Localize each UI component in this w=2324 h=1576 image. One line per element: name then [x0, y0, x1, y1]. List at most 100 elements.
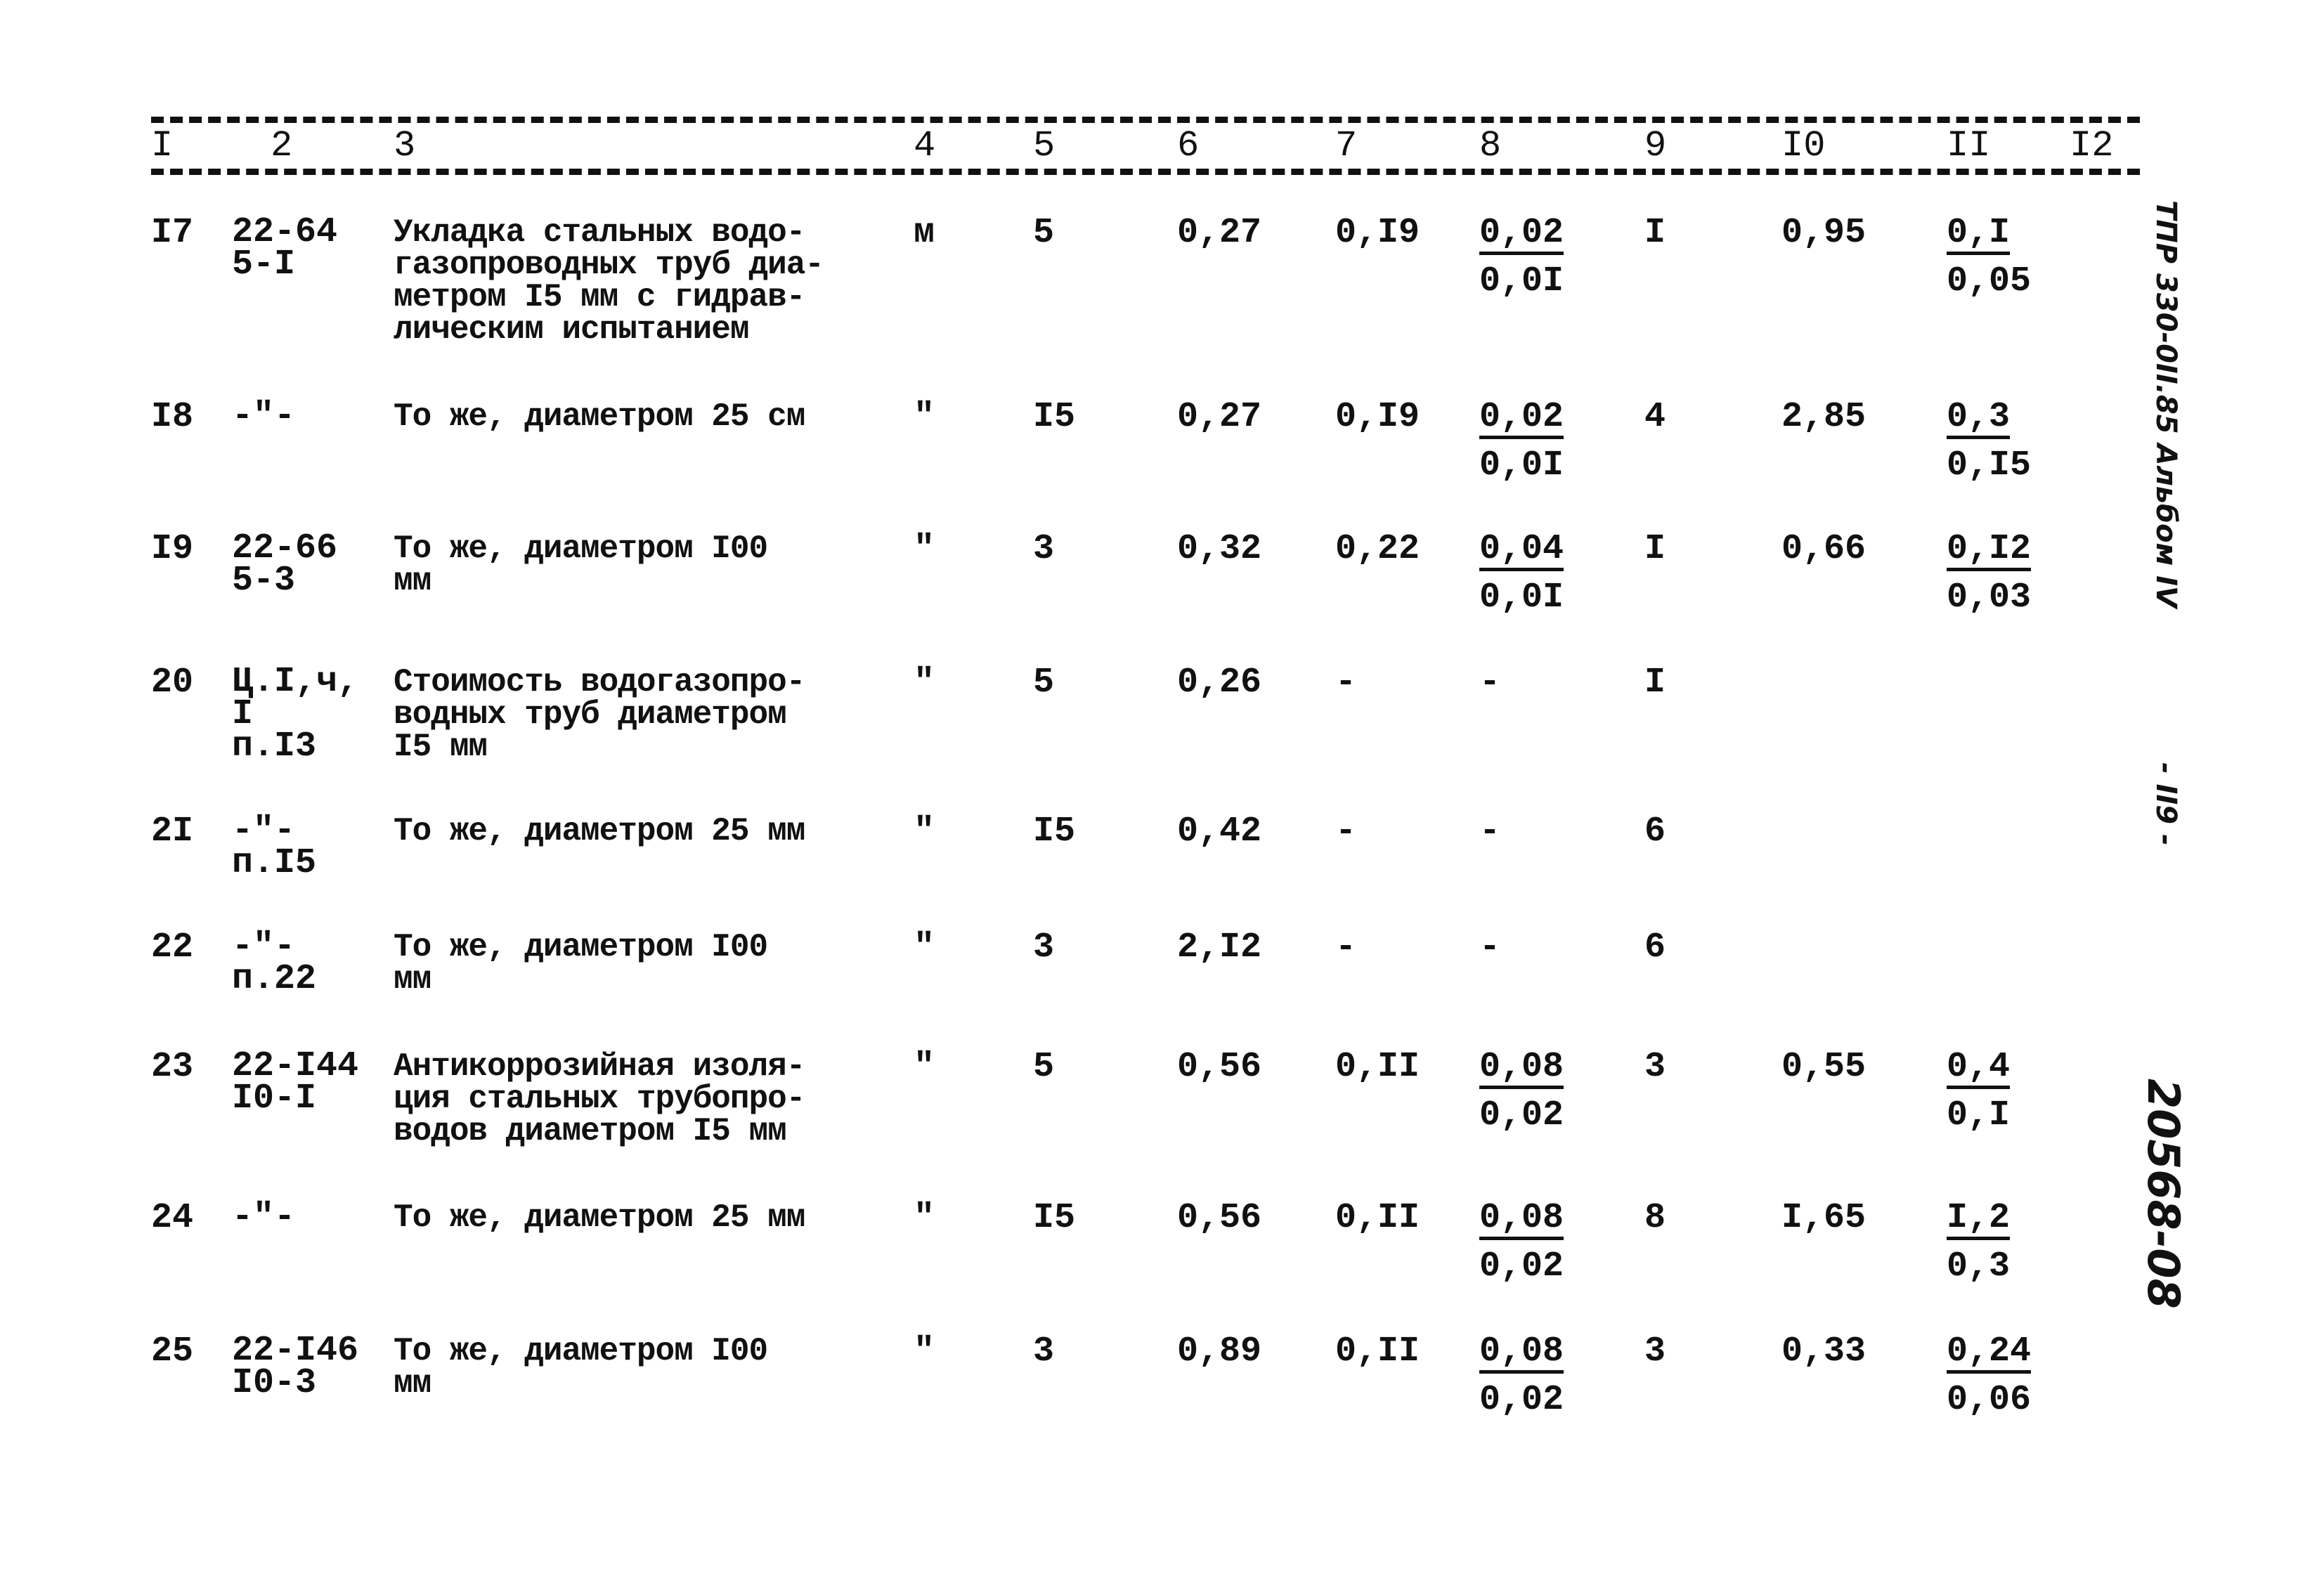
col-7-value: 0,II [1335, 1047, 1420, 1087]
col-8-value-denominator: 0,02 [1479, 1246, 1564, 1287]
price-code: 22-I46 I0-3 [232, 1331, 359, 1403]
price-code: -"- п.I5 [232, 811, 317, 883]
col-10-value: 0,66 [1781, 529, 1867, 569]
work-description: То же, диаметром I00 мм [394, 1333, 768, 1402]
page-number: - II9 - [2150, 762, 2182, 846]
col-9-value: 4 [1644, 397, 1666, 437]
col-8-value-denominator: 0,0I [1479, 261, 1564, 301]
unit: " [914, 1331, 935, 1372]
col-10-value: 0,55 [1781, 1047, 1867, 1087]
col-6-value: 0,27 [1177, 213, 1262, 253]
price-code: 22-64 5-I [232, 212, 338, 285]
col-8-value-fraction: 0,02 0,0I [1479, 400, 1564, 483]
unit: " [914, 663, 935, 703]
work-description: То же, диаметром 25 см [394, 398, 805, 435]
col-6-value: 0,56 [1177, 1047, 1262, 1087]
col-8-value-numerator: 0,08 [1479, 1201, 1564, 1240]
col-8-value-denominator: 0,0I [1479, 445, 1564, 486]
col-11-value-numerator: 0,I2 [1947, 532, 2032, 571]
col-8-value-numerator: 0,08 [1479, 1050, 1564, 1089]
col-7-value: - [1335, 927, 1357, 968]
col-11-value-fraction: 0,24 0,06 [1947, 1334, 2032, 1420]
col-8-value-denominator: 0,02 [1479, 1095, 1564, 1135]
quantity: 5 [1033, 1047, 1055, 1087]
work-description: То же, диаметром I00 мм [394, 530, 768, 599]
quantity: I5 [1033, 812, 1076, 852]
unit: " [914, 1198, 935, 1238]
row-number: I7 [151, 213, 194, 253]
col-11-value-numerator: 0,4 [1947, 1050, 2011, 1089]
price-code: -"- [232, 396, 296, 436]
col-7-value: - [1335, 663, 1357, 703]
col-8-value-fraction: 0,08 0,02 [1479, 1334, 1564, 1420]
work-description: То же, диаметром 25 мм [394, 1199, 805, 1236]
col-8-value: - [1479, 663, 1501, 703]
work-description: Укладка стальных водо- газопроводных тру… [394, 214, 824, 348]
col-9-value: I [1644, 213, 1666, 253]
col-8-value-fraction: 0,04 0,0I [1479, 532, 1564, 618]
col-7-value: 0,22 [1335, 529, 1420, 569]
col-9-value: 3 [1644, 1047, 1666, 1087]
row-number: I9 [151, 529, 194, 569]
col-11-value-numerator: I,2 [1947, 1201, 2011, 1240]
col-10-value: 0,95 [1781, 213, 1867, 253]
col-11-value-fraction: 0,I2 0,03 [1947, 532, 2032, 618]
col-6-value: 0,56 [1177, 1198, 1262, 1238]
column-header: 4 [914, 125, 936, 167]
col-11-value-fraction: 0,4 0,I [1947, 1050, 2011, 1135]
col-11-value-fraction: 0,I 0,05 [1947, 216, 2031, 299]
col-7-value: 0,I9 [1335, 397, 1420, 437]
col-8-value-denominator: 0,0I [1479, 578, 1564, 618]
col-8-value: - [1479, 812, 1501, 852]
col-10-value: 2,85 [1781, 397, 1867, 437]
unit: " [914, 812, 935, 852]
col-7-value: 0,II [1335, 1198, 1420, 1238]
col-10-value: I,65 [1781, 1198, 1867, 1238]
column-header: 5 [1033, 125, 1056, 167]
price-code: 22-66 5-3 [232, 528, 338, 601]
col-11-value-fraction: 0,3 0,I5 [1947, 400, 2031, 483]
column-header: I [151, 125, 174, 167]
row-number: I8 [151, 397, 194, 437]
col-11-value-denominator: 0,03 [1947, 578, 2032, 618]
col-11-value-denominator: 0,06 [1947, 1380, 2032, 1420]
unit: " [914, 397, 935, 437]
column-header: 6 [1177, 125, 1200, 167]
column-header: I0 [1781, 125, 1826, 167]
price-code: 22-I44 I0-I [232, 1046, 359, 1119]
quantity: I5 [1033, 397, 1076, 437]
col-6-value: 0,42 [1177, 812, 1262, 852]
col-6-value: 2,I2 [1177, 927, 1262, 968]
header-bottom-rule [151, 169, 2140, 175]
col-11-value-numerator: 0,3 [1947, 400, 2011, 439]
quantity: 3 [1033, 927, 1055, 968]
col-11-value-denominator: 0,I5 [1947, 445, 2032, 486]
col-8-value-fraction: 0,08 0,02 [1479, 1050, 1564, 1133]
col-11-value-numerator: 0,I [1947, 216, 2011, 255]
header-top-rule [151, 117, 2140, 123]
column-header: 7 [1335, 125, 1358, 167]
quantity: I5 [1033, 1198, 1076, 1238]
column-header: II [1947, 125, 1991, 167]
col-8-value-numerator: 0,02 [1479, 216, 1564, 255]
col-9-value: I [1644, 529, 1666, 569]
col-8-value-denominator: 0,02 [1479, 1380, 1564, 1420]
column-header: 2 [271, 125, 293, 167]
col-11-value-denominator: 0,I [1947, 1095, 2011, 1135]
row-number: 23 [151, 1047, 194, 1087]
column-header: I2 [2070, 125, 2114, 167]
col-8-value-fraction: 0,08 0,02 [1479, 1201, 1564, 1284]
col-9-value: 8 [1644, 1198, 1666, 1238]
col-9-value: 6 [1644, 812, 1666, 852]
column-header: 8 [1479, 125, 1502, 167]
unit: " [914, 529, 935, 569]
price-code: Ц.I,ч, I п.I3 [232, 662, 359, 767]
col-7-value: - [1335, 812, 1357, 852]
col-9-value: I [1644, 663, 1666, 703]
col-11-value-denominator: 0,3 [1947, 1246, 2011, 1287]
row-number: 2I [151, 812, 194, 852]
col-11-value-numerator: 0,24 [1947, 1334, 2032, 1374]
col-11-value-fraction: I,2 0,3 [1947, 1201, 2011, 1287]
row-number: 20 [151, 663, 194, 703]
col-8-value: - [1479, 927, 1501, 968]
